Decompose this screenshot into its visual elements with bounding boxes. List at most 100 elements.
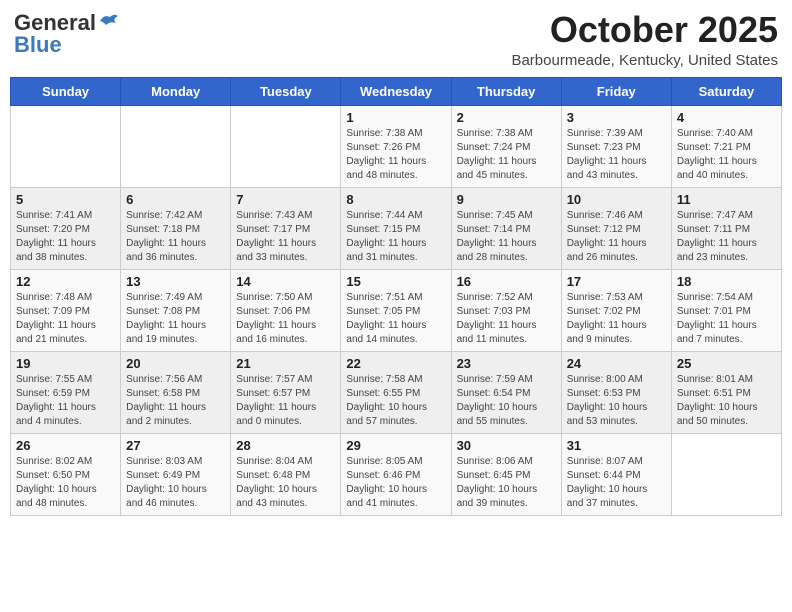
day-info: Sunrise: 7:57 AM Sunset: 6:57 PM Dayligh…: [236, 373, 335, 429]
day-info: Sunrise: 7:51 AM Sunset: 7:05 PM Dayligh…: [346, 291, 445, 347]
calendar-cell: 20 Sunrise: 7:56 AM Sunset: 6:58 PM Dayli…: [121, 351, 231, 433]
day-info: Sunrise: 7:38 AM Sunset: 7:26 PM Dayligh…: [346, 127, 445, 183]
day-info: Sunrise: 7:49 AM Sunset: 7:08 PM Dayligh…: [126, 291, 225, 347]
calendar-cell: 14 Sunrise: 7:50 AM Sunset: 7:06 PM Dayli…: [231, 269, 341, 351]
day-info: Sunrise: 8:03 AM Sunset: 6:49 PM Dayligh…: [126, 455, 225, 511]
day-info: Sunrise: 7:45 AM Sunset: 7:14 PM Dayligh…: [457, 209, 556, 265]
day-number: 15: [346, 274, 445, 289]
calendar-cell: [11, 105, 121, 187]
calendar-cell: 17 Sunrise: 7:53 AM Sunset: 7:02 PM Dayli…: [561, 269, 671, 351]
day-number: 11: [677, 192, 776, 207]
weekday-header-wednesday: Wednesday: [341, 77, 451, 105]
day-info: Sunrise: 7:39 AM Sunset: 7:23 PM Dayligh…: [567, 127, 666, 183]
calendar-cell: [121, 105, 231, 187]
day-number: 24: [567, 356, 666, 371]
day-number: 1: [346, 110, 445, 125]
day-info: Sunrise: 7:54 AM Sunset: 7:01 PM Dayligh…: [677, 291, 776, 347]
calendar-cell: 12 Sunrise: 7:48 AM Sunset: 7:09 PM Dayli…: [11, 269, 121, 351]
month-title: October 2025: [511, 10, 778, 50]
weekday-header-monday: Monday: [121, 77, 231, 105]
page-header: General Blue October 2025 Barbourmeade, …: [10, 10, 782, 69]
day-number: 18: [677, 274, 776, 289]
day-info: Sunrise: 7:46 AM Sunset: 7:12 PM Dayligh…: [567, 209, 666, 265]
weekday-header-thursday: Thursday: [451, 77, 561, 105]
calendar-cell: 10 Sunrise: 7:46 AM Sunset: 7:12 PM Dayli…: [561, 187, 671, 269]
calendar-cell: 3 Sunrise: 7:39 AM Sunset: 7:23 PM Daylig…: [561, 105, 671, 187]
calendar-cell: 29 Sunrise: 8:05 AM Sunset: 6:46 PM Dayli…: [341, 433, 451, 515]
calendar-cell: 18 Sunrise: 7:54 AM Sunset: 7:01 PM Dayli…: [671, 269, 781, 351]
location: Barbourmeade, Kentucky, United States: [511, 52, 778, 69]
day-number: 20: [126, 356, 225, 371]
day-info: Sunrise: 7:53 AM Sunset: 7:02 PM Dayligh…: [567, 291, 666, 347]
day-number: 12: [16, 274, 115, 289]
day-number: 4: [677, 110, 776, 125]
day-number: 5: [16, 192, 115, 207]
day-number: 19: [16, 356, 115, 371]
calendar-cell: 1 Sunrise: 7:38 AM Sunset: 7:26 PM Daylig…: [341, 105, 451, 187]
calendar-cell: 30 Sunrise: 8:06 AM Sunset: 6:45 PM Dayli…: [451, 433, 561, 515]
day-number: 23: [457, 356, 556, 371]
calendar-cell: 16Sunrise: 7:52 AM Sunset: 7:03 PM Dayli…: [451, 269, 561, 351]
day-number: 14: [236, 274, 335, 289]
day-info: Sunrise: 8:05 AM Sunset: 6:46 PM Dayligh…: [346, 455, 445, 511]
calendar-cell: 27 Sunrise: 8:03 AM Sunset: 6:49 PM Dayli…: [121, 433, 231, 515]
day-info: Sunrise: 7:47 AM Sunset: 7:11 PM Dayligh…: [677, 209, 776, 265]
day-info: Sunrise: 7:48 AM Sunset: 7:09 PM Dayligh…: [16, 291, 115, 347]
day-number: 2: [457, 110, 556, 125]
day-info: Sunrise: 7:38 AM Sunset: 7:24 PM Dayligh…: [457, 127, 556, 183]
day-number: 30: [457, 438, 556, 453]
day-info: Sunrise: 7:43 AM Sunset: 7:17 PM Dayligh…: [236, 209, 335, 265]
calendar-cell: 9 Sunrise: 7:45 AM Sunset: 7:14 PM Daylig…: [451, 187, 561, 269]
weekday-header-tuesday: Tuesday: [231, 77, 341, 105]
day-info: Sunrise: 7:55 AM Sunset: 6:59 PM Dayligh…: [16, 373, 115, 429]
calendar: SundayMondayTuesdayWednesdayThursdayFrid…: [10, 77, 782, 516]
calendar-cell: 8Sunrise: 7:44 AM Sunset: 7:15 PM Daylig…: [341, 187, 451, 269]
logo: General Blue: [14, 10, 120, 58]
calendar-cell: 26Sunrise: 8:02 AM Sunset: 6:50 PM Dayli…: [11, 433, 121, 515]
day-info: Sunrise: 8:01 AM Sunset: 6:51 PM Dayligh…: [677, 373, 776, 429]
calendar-cell: 7 Sunrise: 7:43 AM Sunset: 7:17 PM Daylig…: [231, 187, 341, 269]
day-number: 9: [457, 192, 556, 207]
day-info: Sunrise: 7:56 AM Sunset: 6:58 PM Dayligh…: [126, 373, 225, 429]
day-info: Sunrise: 7:42 AM Sunset: 7:18 PM Dayligh…: [126, 209, 225, 265]
day-number: 10: [567, 192, 666, 207]
day-info: Sunrise: 8:06 AM Sunset: 6:45 PM Dayligh…: [457, 455, 556, 511]
calendar-cell: [671, 433, 781, 515]
day-info: Sunrise: 8:02 AM Sunset: 6:50 PM Dayligh…: [16, 455, 115, 511]
week-row-4: 19 Sunrise: 7:55 AM Sunset: 6:59 PM Dayli…: [11, 351, 782, 433]
day-info: Sunrise: 7:59 AM Sunset: 6:54 PM Dayligh…: [457, 373, 556, 429]
calendar-cell: 4Sunrise: 7:40 AM Sunset: 7:21 PM Daylig…: [671, 105, 781, 187]
day-number: 7: [236, 192, 335, 207]
day-number: 17: [567, 274, 666, 289]
day-number: 3: [567, 110, 666, 125]
day-info: Sunrise: 7:41 AM Sunset: 7:20 PM Dayligh…: [16, 209, 115, 265]
calendar-cell: 23 Sunrise: 7:59 AM Sunset: 6:54 PM Dayli…: [451, 351, 561, 433]
calendar-cell: 11 Sunrise: 7:47 AM Sunset: 7:11 PM Dayli…: [671, 187, 781, 269]
calendar-cell: 25 Sunrise: 8:01 AM Sunset: 6:51 PM Dayli…: [671, 351, 781, 433]
day-number: 13: [126, 274, 225, 289]
calendar-cell: 21 Sunrise: 7:57 AM Sunset: 6:57 PM Dayli…: [231, 351, 341, 433]
day-number: 21: [236, 356, 335, 371]
calendar-cell: 13 Sunrise: 7:49 AM Sunset: 7:08 PM Dayli…: [121, 269, 231, 351]
day-number: 25: [677, 356, 776, 371]
week-row-2: 5 Sunrise: 7:41 AM Sunset: 7:20 PM Daylig…: [11, 187, 782, 269]
calendar-cell: 6 Sunrise: 7:42 AM Sunset: 7:18 PM Daylig…: [121, 187, 231, 269]
title-area: October 2025 Barbourmeade, Kentucky, Uni…: [511, 10, 778, 69]
day-number: 29: [346, 438, 445, 453]
calendar-cell: 2 Sunrise: 7:38 AM Sunset: 7:24 PM Daylig…: [451, 105, 561, 187]
day-number: 8: [346, 192, 445, 207]
weekday-header-saturday: Saturday: [671, 77, 781, 105]
day-info: Sunrise: 7:50 AM Sunset: 7:06 PM Dayligh…: [236, 291, 335, 347]
day-number: 27: [126, 438, 225, 453]
day-number: 31: [567, 438, 666, 453]
week-row-5: 26Sunrise: 8:02 AM Sunset: 6:50 PM Dayli…: [11, 433, 782, 515]
logo-bird-icon: [98, 13, 120, 29]
weekday-header-sunday: Sunday: [11, 77, 121, 105]
calendar-cell: 19 Sunrise: 7:55 AM Sunset: 6:59 PM Dayli…: [11, 351, 121, 433]
day-info: Sunrise: 8:07 AM Sunset: 6:44 PM Dayligh…: [567, 455, 666, 511]
week-row-3: 12 Sunrise: 7:48 AM Sunset: 7:09 PM Dayli…: [11, 269, 782, 351]
day-number: 16: [457, 274, 556, 289]
calendar-cell: 24Sunrise: 8:00 AM Sunset: 6:53 PM Dayli…: [561, 351, 671, 433]
day-number: 6: [126, 192, 225, 207]
calendar-cell: 28Sunrise: 8:04 AM Sunset: 6:48 PM Dayli…: [231, 433, 341, 515]
